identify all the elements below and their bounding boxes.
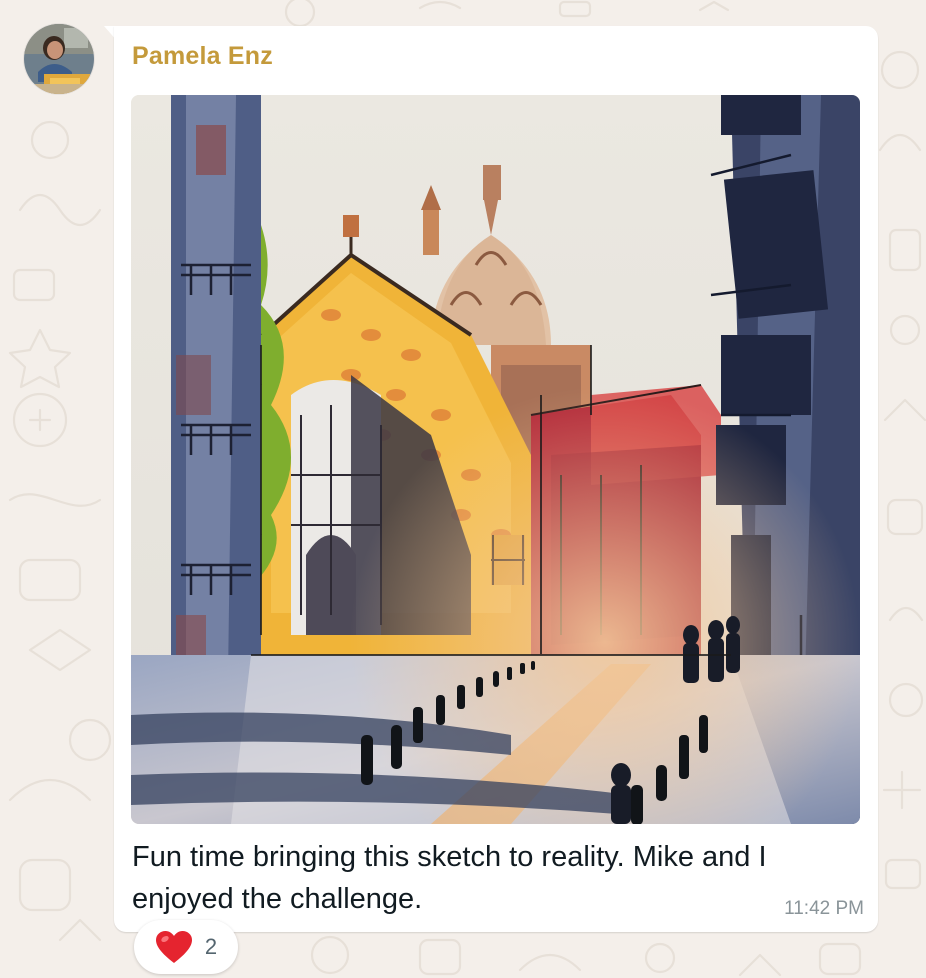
sender-name[interactable]: Pamela Enz bbox=[132, 42, 273, 71]
message-bubble[interactable]: Pamela Enz Fun time bringing this sketch… bbox=[114, 26, 878, 932]
avatar-photo bbox=[24, 24, 94, 94]
sender-avatar[interactable] bbox=[24, 24, 94, 94]
message-image[interactable] bbox=[131, 95, 860, 824]
red-heart-icon bbox=[155, 931, 192, 963]
reaction-count: 2 bbox=[204, 934, 218, 959]
message-caption: Fun time bringing this sketch to reality… bbox=[132, 841, 767, 915]
watercolor-sketch-image bbox=[131, 95, 860, 824]
message-time: 11:42 PM bbox=[784, 898, 864, 919]
reaction-pill[interactable]: 2 bbox=[134, 920, 238, 974]
